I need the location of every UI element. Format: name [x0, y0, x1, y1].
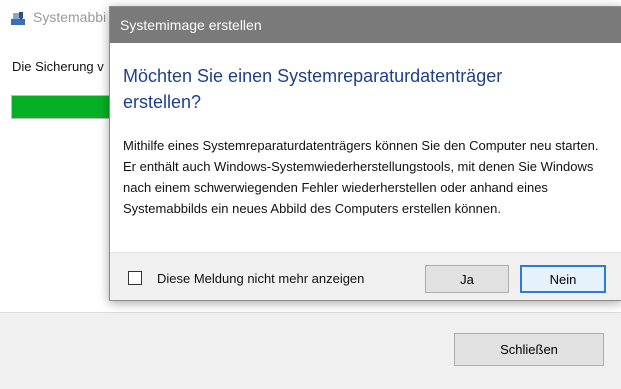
dont-show-again-checkbox[interactable] — [128, 271, 142, 285]
backup-status-text: Die Sicherung v — [12, 59, 104, 74]
dialog-body-text: Mithilfe eines Systemreparaturdatenträge… — [123, 138, 599, 216]
dialog-titlebar: Systemimage erstellen — [110, 7, 621, 43]
dialog-footer: Diese Meldung nicht mehr anzeigen Ja Nei… — [110, 252, 621, 300]
no-button[interactable]: Nein — [520, 265, 606, 293]
close-button[interactable]: Schließen — [454, 333, 604, 366]
system-repair-disc-dialog: Systemimage erstellen Möchten Sie einen … — [109, 6, 621, 301]
yes-button[interactable]: Ja — [425, 265, 509, 293]
backup-progress-fill — [12, 96, 110, 118]
dialog-heading: Möchten Sie einen Systemreparaturdatentr… — [123, 66, 503, 112]
background-window-title: Systemabbi — [33, 9, 107, 25]
backup-app-icon — [10, 10, 26, 26]
dont-show-again-label[interactable]: Diese Meldung nicht mehr anzeigen — [157, 271, 364, 286]
dialog-title: Systemimage erstellen — [120, 17, 262, 33]
